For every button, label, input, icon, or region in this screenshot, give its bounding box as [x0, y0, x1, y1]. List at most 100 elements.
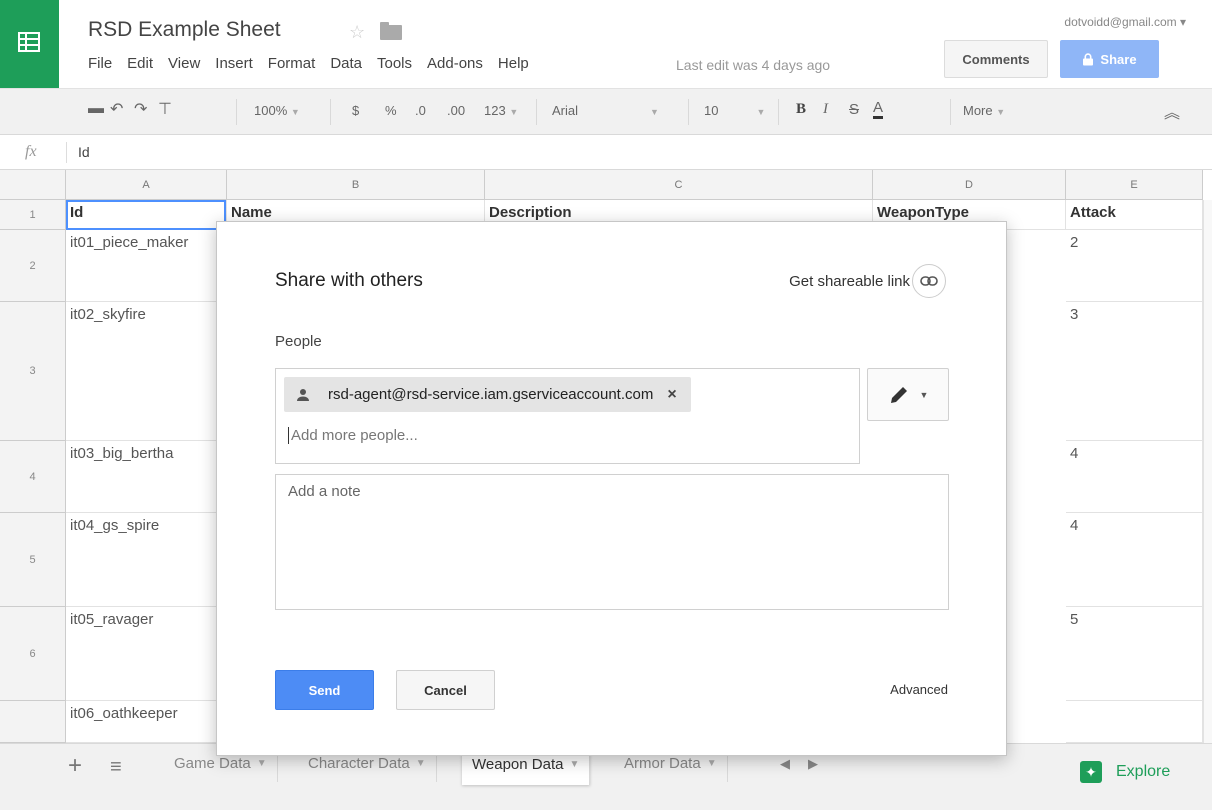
- cell-e3[interactable]: 3: [1066, 302, 1203, 441]
- column-header-d[interactable]: D: [873, 170, 1066, 200]
- link-icon[interactable]: [912, 264, 946, 298]
- cell-a7[interactable]: it06_oathkeeper: [66, 701, 227, 743]
- column-header-a[interactable]: A: [66, 170, 227, 200]
- toolbar-divider: [778, 99, 779, 125]
- text-color-button[interactable]: A: [873, 100, 884, 119]
- more-button[interactable]: More ▼: [963, 103, 1005, 118]
- cell-a6[interactable]: it05_ravager: [66, 607, 227, 701]
- menu-insert[interactable]: Insert: [215, 55, 253, 72]
- recipient-email: rsd-agent@rsd-service.iam.gserviceaccoun…: [328, 386, 654, 403]
- formula-bar: fx Id: [0, 135, 1212, 170]
- fx-icon: fx: [25, 143, 37, 160]
- toolbar: ▬ ↶ ↷ ⊤ 100% ▼ $ % .0 .00 123 ▼ Arial ▼ 1…: [0, 88, 1212, 135]
- row-header-4[interactable]: 4: [0, 441, 66, 513]
- column-header-b[interactable]: B: [227, 170, 485, 200]
- cell-e4[interactable]: 4: [1066, 441, 1203, 513]
- redo-icon[interactable]: ↷: [134, 99, 147, 119]
- print-icon[interactable]: ▬: [88, 100, 104, 118]
- add-people-input[interactable]: Add more people...: [288, 427, 418, 444]
- menu-format[interactable]: Format: [268, 55, 316, 72]
- tab-label: Game Data: [174, 754, 251, 772]
- row-header-5[interactable]: 5: [0, 513, 66, 607]
- row-header-3[interactable]: 3: [0, 302, 66, 441]
- tab-caret-icon[interactable]: ▼: [569, 759, 579, 770]
- remove-recipient-icon[interactable]: ×: [667, 386, 676, 404]
- people-input-box[interactable]: rsd-agent@rsd-service.iam.gserviceaccoun…: [275, 368, 860, 464]
- percent-button[interactable]: %: [385, 103, 397, 118]
- menu-view[interactable]: View: [168, 55, 200, 72]
- cell-e2[interactable]: 2: [1066, 230, 1203, 302]
- tab-caret-icon[interactable]: ▼: [416, 758, 426, 769]
- cancel-button[interactable]: Cancel: [396, 670, 495, 710]
- toolbar-divider: [330, 99, 331, 125]
- menu-help[interactable]: Help: [498, 55, 529, 72]
- star-icon[interactable]: ☆: [349, 22, 365, 43]
- row-header-7[interactable]: [0, 701, 66, 743]
- comments-button[interactable]: Comments: [944, 40, 1048, 78]
- menu-edit[interactable]: Edit: [127, 55, 153, 72]
- cell-e1[interactable]: Attack: [1066, 200, 1203, 230]
- cell-e5[interactable]: 4: [1066, 513, 1203, 607]
- advanced-link[interactable]: Advanced: [890, 682, 948, 697]
- font-select[interactable]: Arial ▼: [552, 103, 659, 118]
- account-menu[interactable]: dotvoidd@gmail.com ▾: [1064, 15, 1186, 29]
- explore-label: Explore: [1116, 763, 1171, 780]
- strikethrough-button[interactable]: S: [849, 101, 859, 118]
- font-size-select[interactable]: 10 ▼: [704, 103, 765, 118]
- recipient-chip[interactable]: rsd-agent@rsd-service.iam.gserviceaccoun…: [284, 377, 691, 412]
- currency-button[interactable]: $: [352, 103, 359, 118]
- tab-scroll-arrows[interactable]: ◀ ▶: [780, 756, 818, 772]
- share-button[interactable]: Share: [1060, 40, 1159, 78]
- people-label: People: [275, 333, 322, 350]
- vertical-scrollbar[interactable]: [1203, 200, 1212, 743]
- bold-button[interactable]: B: [796, 101, 806, 118]
- formula-input[interactable]: Id: [78, 144, 90, 160]
- pencil-icon: [890, 386, 907, 403]
- all-sheets-icon[interactable]: ≡: [110, 756, 122, 779]
- paint-format-icon[interactable]: ⊤: [158, 99, 172, 119]
- note-textarea[interactable]: Add a note: [275, 474, 949, 610]
- italic-button[interactable]: I: [823, 101, 828, 118]
- toolbar-divider: [950, 99, 951, 125]
- folder-icon[interactable]: [380, 22, 402, 40]
- increase-decimal-button[interactable]: .00: [447, 103, 465, 118]
- menu-tools[interactable]: Tools: [377, 55, 412, 72]
- dialog-title: Share with others: [275, 270, 423, 291]
- app: RSD Example Sheet ☆ File Edit View Inser…: [0, 0, 1212, 810]
- explore-button[interactable]: ✦ Explore: [1080, 761, 1170, 783]
- row-header-2[interactable]: 2: [0, 230, 66, 302]
- undo-icon[interactable]: ↶: [110, 99, 123, 119]
- collapse-toolbar-icon[interactable]: ︽: [1164, 99, 1180, 123]
- tab-caret-icon[interactable]: ▼: [257, 758, 267, 769]
- number-format-value: 123: [484, 103, 506, 118]
- menu-data[interactable]: Data: [330, 55, 362, 72]
- menu-bar: File Edit View Insert Format Data Tools …: [88, 55, 544, 72]
- row-header-6[interactable]: 6: [0, 607, 66, 701]
- corner-cell[interactable]: [0, 170, 66, 200]
- cell-a2[interactable]: it01_piece_maker: [66, 230, 227, 302]
- font-size-value: 10: [704, 103, 719, 118]
- row-header-1[interactable]: 1: [0, 200, 66, 230]
- column-header-e[interactable]: E: [1066, 170, 1203, 200]
- send-button[interactable]: Send: [275, 670, 374, 710]
- add-sheet-icon[interactable]: +: [68, 752, 82, 780]
- menu-addons[interactable]: Add-ons: [427, 55, 483, 72]
- get-shareable-link[interactable]: Get shareable link: [789, 273, 910, 290]
- lock-icon: [1083, 52, 1094, 65]
- tab-caret-icon[interactable]: ▼: [707, 758, 717, 769]
- menu-file[interactable]: File: [88, 55, 112, 72]
- cell-a4[interactable]: it03_big_bertha: [66, 441, 227, 513]
- sheets-logo[interactable]: [0, 0, 59, 88]
- cell-e7[interactable]: [1066, 701, 1203, 743]
- cell-a5[interactable]: it04_gs_spire: [66, 513, 227, 607]
- tab-label: Character Data: [308, 754, 410, 772]
- decrease-decimal-button[interactable]: .0: [415, 103, 426, 118]
- document-title[interactable]: RSD Example Sheet: [88, 18, 281, 42]
- permission-dropdown[interactable]: ▼: [867, 368, 949, 421]
- column-header-c[interactable]: C: [485, 170, 873, 200]
- cell-a3[interactable]: it02_skyfire: [66, 302, 227, 441]
- last-edit-link[interactable]: Last edit was 4 days ago: [676, 57, 830, 73]
- zoom-select[interactable]: 100% ▼: [254, 103, 300, 118]
- number-format-select[interactable]: 123 ▼: [484, 103, 518, 118]
- cell-e6[interactable]: 5: [1066, 607, 1203, 701]
